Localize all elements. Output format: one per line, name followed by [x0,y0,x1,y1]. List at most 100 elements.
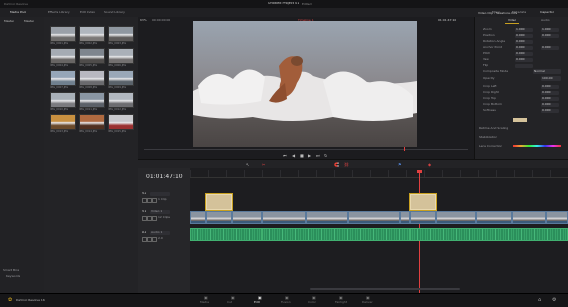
tab-effects-library[interactable]: Effects Library [48,11,70,14]
page-tab-cut[interactable]: Cut [227,301,232,304]
selection-tool-icon[interactable]: ↖ [246,162,249,167]
blade-tool-icon[interactable]: ✂ [262,162,265,167]
clip-thumbnail[interactable] [108,114,134,130]
page-tab-edit[interactable]: Edit [254,301,260,304]
marker-icon[interactable]: ◆ [428,162,431,167]
clip-thumbnail[interactable] [79,48,105,64]
timeline-scrollbar[interactable] [310,288,460,290]
video-clip[interactable] [206,211,232,224]
crop-value[interactable]: 0.000 [541,102,559,108]
page-cut-icon[interactable]: ▣ [231,295,235,300]
bin-list-header[interactable]: Master [4,20,14,23]
clip-thumbnail[interactable] [50,92,76,108]
composite-mode-select[interactable]: Normal [533,69,561,74]
lens-correction-section[interactable]: Lens Correction [479,145,502,148]
playhead-marker[interactable] [404,147,405,151]
clip-thumbnail[interactable] [50,26,76,42]
clip-thumbnail[interactable] [108,92,134,108]
skip-start-icon[interactable]: ⏮ [283,153,287,158]
inspector-value-x[interactable]: 0.000 [515,51,533,57]
opacity-value[interactable]: 100.00 [541,76,561,81]
flag-icon[interactable]: ⚑ [398,162,402,167]
inspector-value-x[interactable]: 0.000 [515,45,533,51]
video-clip[interactable] [410,211,436,224]
mute-icon[interactable] [152,215,157,221]
snap-icon[interactable]: 🧲 [334,162,339,167]
page-tab-fusion[interactable]: Fusion [281,301,291,304]
page-tab-color[interactable]: Color [308,301,316,304]
inspector-value-x[interactable]: 0.000 [515,33,533,39]
page-tab-media[interactable]: Media [200,301,209,304]
audio-clip[interactable] [262,228,410,241]
inspector-tab-video[interactable]: Video [508,19,516,22]
clip-thumbnail[interactable] [79,26,105,42]
tab-inspector[interactable]: Inspector [540,11,554,14]
mute-icon[interactable] [152,197,157,203]
play-icon[interactable]: ▶ [308,153,311,158]
inspector-value-y[interactable]: 0.000 [541,45,559,51]
title-clip[interactable] [409,193,437,211]
timeline-ruler[interactable] [190,170,568,178]
page-deliver-icon[interactable]: ▣ [366,295,370,300]
smart-bin-keywords[interactable]: Keywords [6,275,20,278]
clip-thumbnail[interactable] [79,92,105,108]
crop-value[interactable]: 0.000 [541,108,559,114]
video-clip[interactable] [348,211,400,224]
crop-value[interactable]: 0.000 [541,84,559,90]
settings-icon[interactable]: ⚙ [552,297,556,303]
mute-icon[interactable] [152,236,157,242]
crop-value[interactable]: 0.000 [541,90,559,96]
stabilization-section[interactable]: Stabilization [479,136,497,139]
retime-section[interactable]: Retime And Scaling [479,127,508,130]
track-name[interactable]: Video 1 [150,210,170,214]
title-clip[interactable] [205,193,233,211]
track-name[interactable] [150,192,170,196]
page-color-icon[interactable]: ▣ [312,295,316,300]
playhead-head[interactable] [417,170,422,173]
clip-thumbnail[interactable] [108,26,134,42]
tab-media-pool[interactable]: Media Pool [10,11,26,14]
video-clip[interactable] [546,211,568,224]
crop-value[interactable]: 0.000 [541,96,559,102]
tab-sound-library[interactable]: Sound Library [104,11,125,14]
clip-thumbnail[interactable] [79,114,105,130]
inspector-value-x[interactable]: 0.000 [515,39,533,45]
inspector-tab-audio[interactable]: Audio [541,19,550,22]
video-clip[interactable] [400,211,410,224]
page-media-icon[interactable]: ▣ [204,295,208,300]
tab-edit-index[interactable]: Edit Index [80,11,95,14]
clip-thumbnail[interactable] [108,48,134,64]
loop-icon[interactable]: ↻ [324,153,327,158]
clip-thumbnail[interactable] [79,70,105,86]
track-name[interactable]: Audio 1 [150,231,170,235]
rewind-icon[interactable]: ◀ [292,153,295,158]
app-menu[interactable]: DaVinci Resolve [4,3,28,6]
video-clip[interactable] [190,211,206,224]
video-clip[interactable] [306,211,348,224]
audio-clip[interactable] [410,228,568,241]
skip-end-icon[interactable]: ⏭ [316,153,320,158]
clip-thumbnail[interactable] [50,114,76,130]
hue-slider[interactable] [513,145,561,147]
page-fusion-icon[interactable]: ▣ [285,295,289,300]
page-fairlight-icon[interactable]: ▣ [339,295,343,300]
page-edit-icon[interactable]: ▣ [258,295,262,300]
viewer-scrubber[interactable] [144,149,468,150]
inspector-value-x[interactable]: 1.000 [515,27,533,33]
stop-icon[interactable]: ■ [300,153,304,158]
page-tab-fairlight[interactable]: Fairlight [335,301,347,304]
home-icon[interactable]: ⌂ [538,297,541,303]
color-swatch[interactable] [513,118,527,122]
video-clip[interactable] [262,211,306,224]
inspector-value-x[interactable] [515,63,533,69]
clip-thumbnail[interactable] [50,48,76,64]
link-icon[interactable]: ⛓ [344,162,349,167]
viewer-zoom[interactable]: 63% [140,19,147,22]
audio-clip[interactable] [190,228,262,241]
clip-thumbnail[interactable] [108,70,134,86]
inspector-value-y[interactable]: 1.000 [541,27,559,33]
page-tab-deliver[interactable]: Deliver [362,301,373,304]
inspector-value-y[interactable]: 0.000 [541,33,559,39]
video-clip[interactable] [436,211,476,224]
video-clip[interactable] [512,211,546,224]
